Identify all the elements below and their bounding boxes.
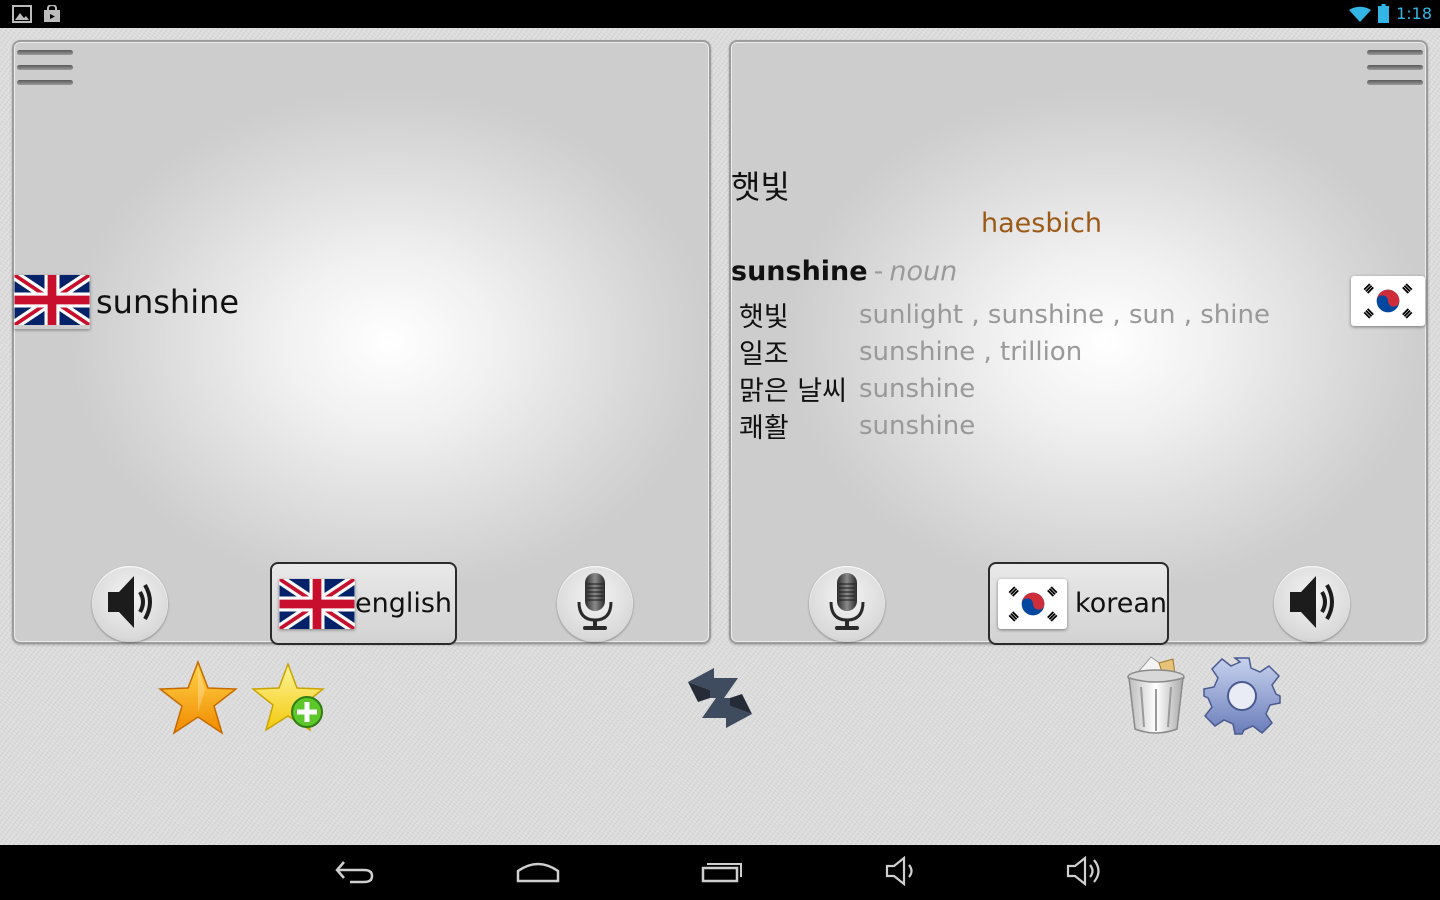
definition-english: sunshine: [859, 410, 976, 441]
home-icon: [516, 859, 560, 887]
target-microphone-button[interactable]: [809, 566, 885, 642]
korea-flag-icon: [1351, 276, 1425, 326]
volume-up-icon: [1065, 855, 1105, 890]
target-language-button[interactable]: korean: [988, 562, 1169, 645]
favorites-button[interactable]: [156, 659, 240, 740]
definition-korean: 맑은 날씨: [739, 376, 847, 407]
swap-languages-icon: [680, 660, 760, 740]
source-text: sunshine: [96, 283, 240, 321]
source-menu-handle[interactable]: [17, 50, 73, 98]
list-item[interactable]: 맑은 날씨 sunshine: [739, 370, 1270, 408]
back-button[interactable]: [330, 857, 380, 889]
definition-english: sunshine , trillion: [859, 336, 1083, 367]
target-language-label: korean: [1075, 588, 1167, 619]
definition-korean: 일조: [739, 339, 789, 370]
target-speak-button[interactable]: [1274, 566, 1350, 642]
pos-separator: -: [873, 256, 884, 287]
definition-english: sunlight , sunshine , sun , shine: [859, 299, 1270, 330]
volume-down-icon: [884, 855, 920, 890]
part-of-speech-line: sunshine - noun: [731, 256, 957, 287]
home-button[interactable]: [513, 857, 563, 889]
microphone-icon: [573, 570, 617, 638]
source-speak-button[interactable]: [92, 566, 168, 642]
volume-up-button[interactable]: [1060, 855, 1110, 890]
definition-korean: 햇빛: [739, 302, 789, 333]
swap-languages-button[interactable]: [678, 660, 762, 740]
speaker-icon: [1284, 570, 1340, 638]
clear-button[interactable]: [1114, 654, 1198, 740]
status-bar: 1:18: [0, 0, 1440, 28]
list-item[interactable]: 햇빛 sunlight , sunshine , sun , shine: [739, 296, 1270, 334]
navigation-bar: [0, 845, 1440, 900]
add-favorite-button[interactable]: [250, 660, 334, 740]
source-language-button[interactable]: english: [270, 562, 457, 645]
store-bag-icon: [42, 4, 62, 27]
wifi-icon: [1349, 6, 1371, 27]
gallery-icon: [12, 5, 32, 27]
definition-list: 햇빛 sunlight , sunshine , sun , shine 일조 …: [739, 296, 1270, 445]
translation-panel[interactable]: 햇빛 haesbich sunshine - noun 햇빛 sunlight , …: [729, 40, 1428, 645]
recent-apps-button[interactable]: [697, 857, 747, 889]
transliteration: haesbich: [981, 208, 1102, 239]
part-of-speech: noun: [889, 256, 958, 287]
settings-button[interactable]: [1200, 656, 1284, 740]
list-item[interactable]: 쾌활 sunshine: [739, 407, 1270, 445]
source-panel[interactable]: sunshine english: [12, 40, 711, 645]
uk-flag-icon: [279, 579, 355, 629]
recent-apps-icon: [701, 859, 743, 887]
list-item[interactable]: 일조 sunshine , trillion: [739, 333, 1270, 371]
favorites-star-icon: [157, 659, 239, 740]
source-text-row[interactable]: sunshine: [14, 274, 239, 330]
uk-flag-icon: [14, 275, 90, 329]
add-favorite-icon: [250, 660, 332, 740]
microphone-icon: [825, 570, 869, 638]
definition-korean: 쾌활: [739, 413, 789, 444]
source-language-label: english: [355, 588, 453, 619]
status-time: 1:18: [1396, 4, 1432, 23]
translation-menu-handle[interactable]: [1367, 50, 1423, 98]
back-icon: [334, 858, 376, 888]
korea-flag-icon: [998, 578, 1068, 629]
definition-english: sunshine: [859, 373, 976, 404]
source-microphone-button[interactable]: [557, 566, 633, 642]
trash-icon: [1121, 653, 1191, 741]
settings-gear-icon: [1202, 656, 1282, 740]
volume-down-button[interactable]: [877, 855, 927, 890]
battery-icon: [1378, 4, 1389, 27]
translation-text: 햇빛: [731, 168, 790, 206]
speaker-icon: [102, 570, 158, 638]
dictionary-word: sunshine: [731, 256, 868, 287]
